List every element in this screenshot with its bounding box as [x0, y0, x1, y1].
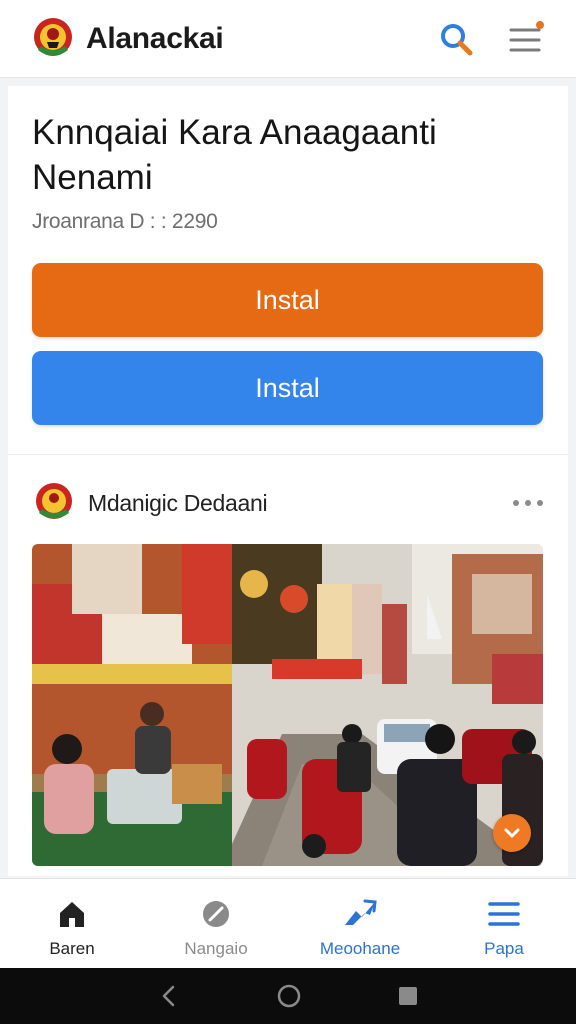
avatar[interactable]	[32, 481, 76, 525]
top-app-bar: Alanackai	[0, 0, 576, 78]
nav-label-featured: Meoohane	[319, 939, 401, 958]
bottom-navigation: Baren Nangaio Meoohane Papa	[0, 878, 576, 968]
search-icon	[441, 23, 473, 55]
system-navigation-bar	[0, 968, 576, 1024]
nav-label-menu: Papa	[484, 939, 524, 958]
install-button-secondary[interactable]: Instal	[32, 351, 543, 425]
install-button-primary[interactable]: Instal	[32, 263, 543, 337]
nav-item-explore[interactable]: Nangaio	[144, 879, 288, 968]
leaf-icon	[203, 901, 229, 927]
check-chevron-icon	[504, 828, 520, 838]
post-image[interactable]	[32, 544, 543, 866]
home-circle-icon[interactable]	[276, 983, 302, 1009]
nav-label-home: Baren	[49, 939, 95, 958]
content-card: Knnqaiai Kara Anaagaanti Nenami Jroanran…	[8, 86, 568, 876]
back-icon[interactable]	[157, 984, 181, 1008]
nav-item-menu[interactable]: Papa	[432, 879, 576, 968]
recents-icon[interactable]	[397, 985, 419, 1007]
expand-button[interactable]	[493, 814, 531, 852]
divider	[8, 454, 568, 455]
app-title: Alanackai	[86, 21, 224, 55]
search-button[interactable]	[436, 19, 476, 59]
market-street-photo	[32, 544, 543, 866]
menu-button[interactable]	[506, 19, 546, 59]
nav-item-home[interactable]: Baren	[0, 879, 144, 968]
home-icon	[60, 902, 84, 927]
hamburger-menu-icon	[509, 20, 544, 51]
menu-icon	[488, 902, 520, 926]
page-title: Knnqaiai Kara Anaagaanti Nenami	[32, 113, 437, 197]
meta-text: Jroanrana D : : 2290	[32, 210, 218, 233]
nav-item-featured[interactable]: Meoohane	[288, 879, 432, 968]
post-author-name: Mdanigic Dedaani	[88, 489, 268, 516]
more-options-icon[interactable]	[513, 493, 543, 513]
post-header: Mdanigic Dedaani	[32, 480, 543, 526]
app-logo-icon[interactable]	[30, 16, 76, 62]
nav-label-explore: Nangaio	[184, 939, 248, 958]
star-icon	[345, 899, 377, 925]
